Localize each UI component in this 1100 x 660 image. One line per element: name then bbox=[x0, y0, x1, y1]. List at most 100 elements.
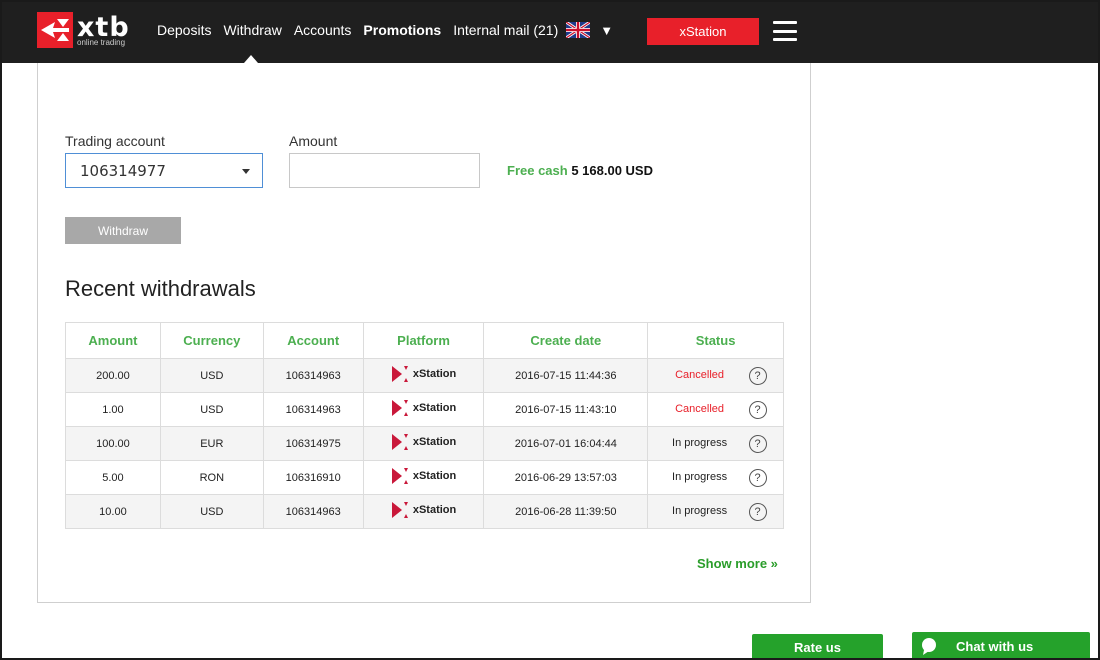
nav-promotions[interactable]: Promotions bbox=[363, 22, 441, 38]
platform-cell: xStation bbox=[362, 392, 485, 427]
platform-badge: xStation bbox=[391, 365, 456, 383]
select-caret-icon bbox=[242, 169, 250, 174]
table-row: 200.00 USD 106314963 xStation 2016-07-15 11:… bbox=[65, 358, 784, 393]
account-cell: 106314963 bbox=[262, 494, 364, 529]
nav-internal-mail[interactable]: Internal mail (21) bbox=[453, 22, 558, 38]
active-nav-indicator bbox=[244, 55, 258, 63]
xstation-button[interactable]: xStation bbox=[647, 18, 759, 45]
logo-tagline: online trading bbox=[77, 37, 126, 47]
language-dropdown-arrow-icon: ▼ bbox=[600, 22, 614, 38]
rate-us-button[interactable]: Rate us bbox=[752, 634, 883, 660]
platform-cell: xStation bbox=[362, 426, 485, 461]
status-badge: In progress bbox=[672, 471, 728, 484]
column-header-account: Account bbox=[262, 322, 364, 359]
status-cell: In progress? bbox=[647, 494, 784, 529]
platform-label: xStation bbox=[412, 504, 457, 516]
status-cell: Cancelled? bbox=[647, 392, 784, 427]
chat-bubble-icon bbox=[920, 637, 938, 655]
logo-wordmark: xtb bbox=[77, 11, 130, 43]
create-date-cell: 2016-06-29 13:57:03 bbox=[483, 460, 649, 495]
help-icon[interactable]: ? bbox=[748, 366, 767, 385]
status-badge: Cancelled bbox=[675, 403, 725, 416]
amount-cell: 10.00 bbox=[65, 494, 161, 529]
amount-input[interactable] bbox=[289, 153, 480, 188]
table-row: 10.00 USD 106314963 xStation 2016-06-28 11:3… bbox=[65, 494, 784, 529]
amount-cell: 200.00 bbox=[65, 358, 161, 393]
trading-account-select[interactable]: 106314977 bbox=[65, 153, 263, 188]
top-navigation-bar: xtb online trading Deposits Withdraw Acc… bbox=[0, 0, 1100, 63]
column-header-create-date: Create date bbox=[483, 322, 649, 359]
status-badge: Cancelled bbox=[675, 369, 725, 382]
table-row: 5.00 RON 106316910 xStation 2016-06-29 13:57… bbox=[65, 460, 784, 495]
currency-cell: USD bbox=[159, 358, 264, 393]
free-cash-value: 5 168.00 USD bbox=[571, 163, 653, 178]
create-date-cell: 2016-07-01 16:04:44 bbox=[483, 426, 649, 461]
currency-cell: USD bbox=[159, 392, 264, 427]
nav-deposits[interactable]: Deposits bbox=[157, 22, 211, 38]
language-selector[interactable]: ▼ bbox=[566, 22, 613, 38]
withdraw-button[interactable]: Withdraw bbox=[65, 217, 181, 244]
platform-badge: xStation bbox=[391, 467, 456, 485]
nav-withdraw[interactable]: Withdraw bbox=[223, 22, 281, 38]
create-date-cell: 2016-06-28 11:39:50 bbox=[483, 494, 649, 529]
status-badge: In progress bbox=[672, 437, 728, 450]
amount-label: Amount bbox=[289, 133, 338, 149]
xstation-icon bbox=[391, 468, 408, 484]
free-cash-info: Free cash 5 168.00 USD bbox=[507, 163, 653, 178]
status-badge: In progress bbox=[672, 505, 728, 518]
nav-accounts[interactable]: Accounts bbox=[294, 22, 352, 38]
account-cell: 106316910 bbox=[262, 460, 364, 495]
currency-cell: RON bbox=[159, 460, 264, 495]
main-nav: Deposits Withdraw Accounts Promotions In… bbox=[157, 22, 623, 38]
column-header-currency: Currency bbox=[159, 322, 264, 359]
table-header-row: Amount Currency Account Platform Create … bbox=[65, 322, 784, 359]
column-header-status: Status bbox=[647, 322, 784, 359]
amount-cell: 1.00 bbox=[65, 392, 161, 427]
status-cell: In progress? bbox=[647, 426, 784, 461]
uk-flag-icon bbox=[566, 22, 591, 38]
show-more-link[interactable]: Show more » bbox=[697, 556, 778, 571]
platform-badge: xStation bbox=[391, 399, 456, 417]
platform-cell: xStation bbox=[362, 358, 485, 393]
column-header-platform: Platform bbox=[362, 322, 485, 359]
trading-account-label: Trading account bbox=[65, 133, 165, 149]
platform-cell: xStation bbox=[362, 460, 485, 495]
column-header-amount: Amount bbox=[65, 322, 161, 359]
mail-count-badge: (21) bbox=[533, 22, 559, 38]
currency-cell: USD bbox=[159, 494, 264, 529]
help-icon[interactable]: ? bbox=[748, 400, 767, 419]
xstation-icon bbox=[391, 366, 408, 382]
chat-with-us-button[interactable]: Chat with us bbox=[912, 632, 1090, 660]
chat-with-us-label: Chat with us bbox=[956, 638, 1034, 654]
help-icon[interactable]: ? bbox=[748, 468, 767, 487]
platform-label: xStation bbox=[412, 436, 457, 448]
platform-label: xStation bbox=[412, 368, 457, 380]
xstation-icon bbox=[391, 502, 408, 518]
trading-account-value: 106314977 bbox=[80, 161, 166, 180]
xstation-icon bbox=[391, 434, 408, 450]
hamburger-menu-icon[interactable] bbox=[773, 21, 797, 41]
free-cash-label: Free cash bbox=[507, 163, 568, 178]
withdrawals-table: Amount Currency Account Platform Create … bbox=[65, 322, 784, 529]
table-row: 1.00 USD 106314963 xStation 2016-07-15 11:43… bbox=[65, 392, 784, 427]
create-date-cell: 2016-07-15 11:44:36 bbox=[483, 358, 649, 393]
help-icon[interactable]: ? bbox=[748, 434, 767, 453]
platform-label: xStation bbox=[412, 470, 457, 482]
status-cell: In progress? bbox=[647, 460, 784, 495]
xtb-logo-icon bbox=[37, 12, 73, 48]
internal-mail-label: Internal mail bbox=[453, 22, 530, 38]
currency-cell: EUR bbox=[159, 426, 264, 461]
xtb-logo[interactable]: xtb online trading bbox=[37, 12, 130, 48]
platform-badge: xStation bbox=[391, 433, 456, 451]
table-row: 100.00 EUR 106314975 xStation 2016-07-01 16:… bbox=[65, 426, 784, 461]
account-cell: 106314963 bbox=[262, 392, 364, 427]
help-icon[interactable]: ? bbox=[748, 502, 767, 521]
account-cell: 106314975 bbox=[262, 426, 364, 461]
platform-cell: xStation bbox=[362, 494, 485, 529]
amount-cell: 100.00 bbox=[65, 426, 161, 461]
account-cell: 106314963 bbox=[262, 358, 364, 393]
amount-cell: 5.00 bbox=[65, 460, 161, 495]
recent-withdrawals-title: Recent withdrawals bbox=[65, 276, 256, 301]
create-date-cell: 2016-07-15 11:43:10 bbox=[483, 392, 649, 427]
platform-label: xStation bbox=[412, 402, 457, 414]
